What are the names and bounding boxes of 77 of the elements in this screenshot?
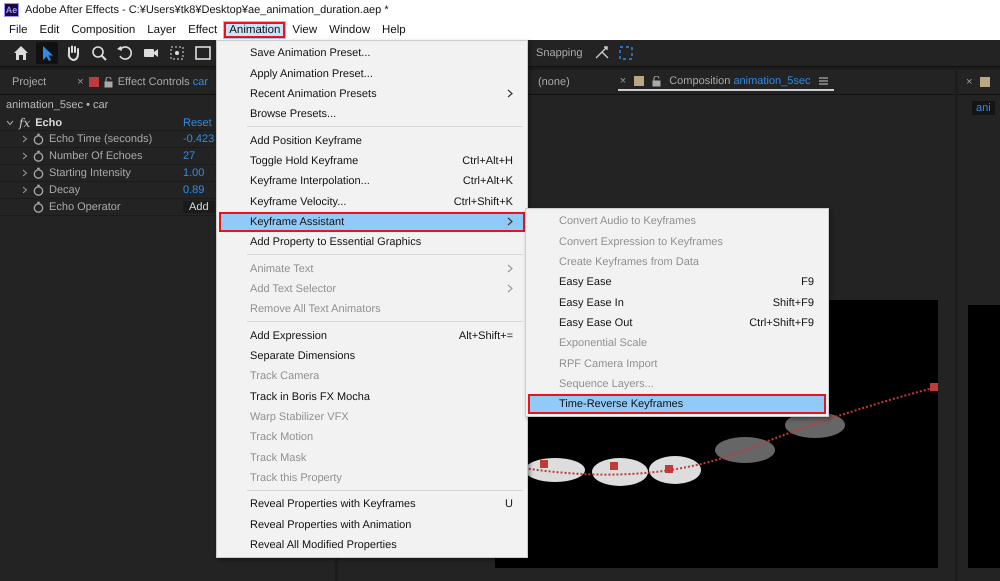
- stopwatch-icon[interactable]: [33, 150, 44, 162]
- chevron-right-icon: [507, 217, 513, 226]
- menu-bar-item[interactable]: View: [286, 21, 324, 39]
- lock-icon[interactable]: [652, 76, 662, 86]
- composition-tab[interactable]: Composition animation_5sec: [669, 75, 810, 87]
- menu-item[interactable]: Reveal Properties with Animation: [219, 514, 525, 535]
- chevron-right-icon: [507, 284, 513, 294]
- chevron-right-icon[interactable]: [22, 135, 28, 143]
- layer-tab[interactable]: (none): [538, 76, 570, 88]
- operator-dropdown[interactable]: Add: [183, 201, 215, 213]
- menu-item[interactable]: Keyframe Assistant: [219, 212, 525, 232]
- menu-item[interactable]: Easy Ease In Shift+F9: [528, 292, 826, 313]
- stopwatch-icon[interactable]: [33, 184, 44, 196]
- chevron-right-icon: [507, 264, 513, 274]
- menu-bar-item[interactable]: Effect: [182, 21, 224, 39]
- menu-bar-item[interactable]: File: [3, 21, 34, 39]
- menu-item[interactable]: Easy Ease Out Ctrl+Shift+F9: [528, 312, 826, 334]
- menu-bar-item[interactable]: Edit: [34, 21, 66, 39]
- snapping-label: Snapping: [536, 47, 582, 59]
- menu-item[interactable]: Reveal Properties with Keyframes U: [219, 494, 525, 515]
- menu-item[interactable]: Save Animation Preset...: [219, 43, 525, 64]
- stopwatch-icon[interactable]: [33, 133, 44, 145]
- fx-label: fx: [19, 116, 30, 130]
- lock-icon[interactable]: [104, 76, 113, 88]
- menu-bar-item[interactable]: Layer: [141, 21, 182, 39]
- stopwatch-icon[interactable]: [33, 201, 44, 213]
- window-title: Adobe After Effects - C:¥Users¥tk8¥Desktop¥ae_animation_duration.aep *: [25, 4, 389, 16]
- property-name: Echo Operator: [49, 201, 121, 213]
- property-name: Starting Intensity: [49, 167, 131, 179]
- menu-item[interactable]: Track in Boris FX Mocha: [219, 386, 525, 407]
- menu-bar-item[interactable]: Help: [376, 21, 412, 39]
- property-value[interactable]: 0.89: [183, 184, 204, 196]
- chevron-right-icon[interactable]: [22, 186, 28, 194]
- composition-swatch: [980, 77, 990, 87]
- menu-bar-item[interactable]: Window: [323, 21, 376, 39]
- select-tool-icon[interactable]: [36, 42, 58, 64]
- breadcrumb: animation_5sec • car: [5, 98, 110, 113]
- menu-item[interactable]: Recent Animation Presets: [219, 84, 525, 104]
- chevron-right-icon[interactable]: [22, 152, 28, 160]
- reset-link[interactable]: Reset: [183, 116, 212, 128]
- menu-item[interactable]: Apply Animation Preset...: [219, 63, 525, 84]
- close-icon[interactable]: ×: [966, 76, 972, 88]
- menu-icon[interactable]: [818, 77, 828, 85]
- dashed-frame-icon[interactable]: [618, 46, 632, 60]
- menu-item[interactable]: Add Expression Alt+Shift+=: [219, 325, 525, 346]
- chevron-right-icon: [507, 89, 513, 98]
- chevron-right-icon[interactable]: [22, 169, 28, 177]
- project-tab[interactable]: Project: [12, 76, 46, 88]
- app-logo: Ae: [4, 3, 19, 17]
- menu-item[interactable]: Browse Presets...: [219, 104, 525, 124]
- menu-item[interactable]: Separate Dimensions: [219, 346, 525, 366]
- composition-swatch: [634, 76, 644, 86]
- composition-name-field[interactable]: ani: [972, 101, 995, 115]
- menu-item[interactable]: Keyframe Interpolation... Ctrl+Alt+K: [219, 171, 525, 192]
- effect-name: Echo: [35, 116, 62, 128]
- close-icon[interactable]: ×: [77, 76, 84, 88]
- menu-item[interactable]: Add Position Keyframe: [219, 130, 525, 151]
- property-name: Echo Time (seconds): [49, 133, 152, 145]
- menu-bar-item[interactable]: Animation: [223, 21, 286, 39]
- menu-bar-item[interactable]: Composition: [65, 21, 142, 39]
- menu-item[interactable]: Reveal All Modified Properties: [219, 534, 525, 556]
- chevron-icon[interactable]: [6, 118, 14, 126]
- stopwatch-icon[interactable]: [33, 167, 44, 179]
- property-name: Decay: [49, 184, 80, 196]
- menu-item[interactable]: Add Property to Essential Graphics: [219, 232, 525, 252]
- effect-controls-tab[interactable]: Effect Controls car: [118, 76, 208, 88]
- menu-item[interactable]: Toggle Hold Keyframe Ctrl+Alt+H: [219, 150, 525, 172]
- menu-item[interactable]: Time-Reverse Keyframes: [528, 394, 826, 414]
- snap-arrows-icon[interactable]: [594, 46, 608, 60]
- property-value[interactable]: -0.423: [183, 133, 214, 145]
- property-name: Number Of Echoes: [49, 150, 143, 162]
- layer-color-swatch: [88, 77, 99, 87]
- close-icon[interactable]: ×: [620, 75, 626, 87]
- property-value[interactable]: 27: [183, 150, 196, 162]
- menu-item[interactable]: Keyframe Velocity... Ctrl+Shift+K: [219, 191, 525, 212]
- property-value[interactable]: 1.00: [183, 167, 204, 179]
- menu-item[interactable]: Easy Ease F9: [528, 272, 826, 292]
